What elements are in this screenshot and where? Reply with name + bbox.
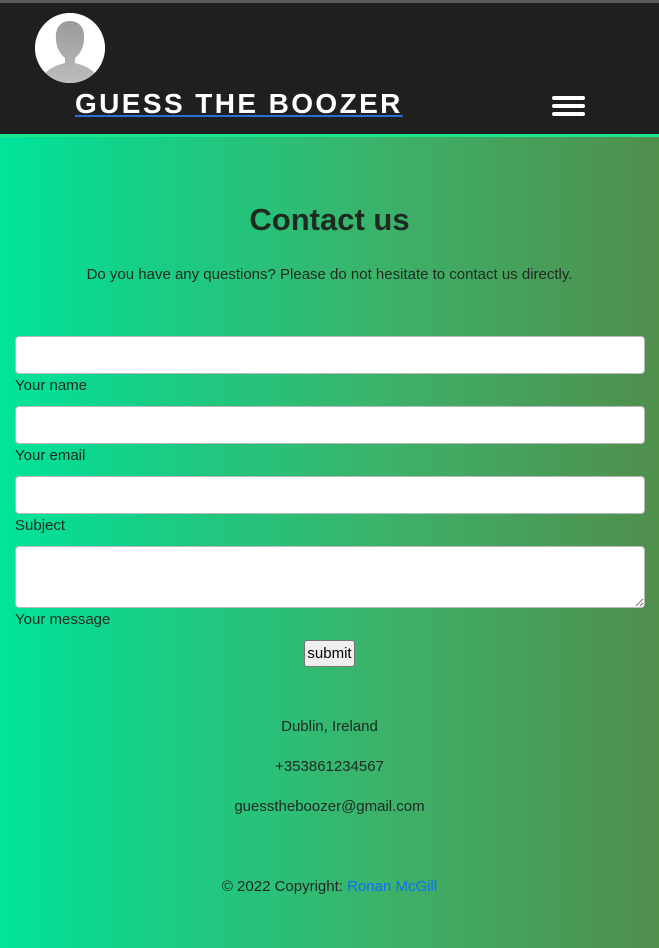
page-title: Contact us	[249, 202, 410, 237]
author-link[interactable]: Ronan McGill	[347, 878, 437, 895]
message-label: Your message	[15, 611, 111, 628]
copyright-text: © 2022 Copyright:	[221, 878, 348, 895]
email-label: Your email	[15, 447, 86, 464]
contact-location: Dublin, Ireland	[281, 718, 378, 735]
hamburger-menu-icon[interactable]	[552, 96, 585, 120]
contact-email: guesstheboozer@gmail.com	[234, 798, 425, 815]
name-field[interactable]	[15, 336, 645, 374]
submit-button[interactable]: submit	[304, 640, 355, 667]
site-footer: © 2022 Copyright: Ronan McGill	[0, 877, 659, 897]
hamburger-bar	[552, 96, 585, 100]
intro-text: Do you have any questions? Please do not…	[86, 266, 573, 283]
subject-label: Subject	[15, 517, 66, 534]
message-field[interactable]	[15, 546, 645, 608]
contact-phone: +353861234567	[275, 758, 384, 775]
user-avatar-icon[interactable]	[35, 13, 105, 83]
email-field[interactable]	[15, 406, 645, 444]
brand-title[interactable]: GUESS THE BOOZER	[75, 89, 403, 119]
hamburger-bar	[552, 104, 585, 108]
avatar-silhouette-icon	[35, 13, 105, 83]
name-label: Your name	[15, 377, 87, 394]
subject-field[interactable]	[15, 476, 645, 514]
site-header: GUESS THE BOOZER	[0, 3, 659, 137]
hamburger-bar	[552, 112, 585, 116]
